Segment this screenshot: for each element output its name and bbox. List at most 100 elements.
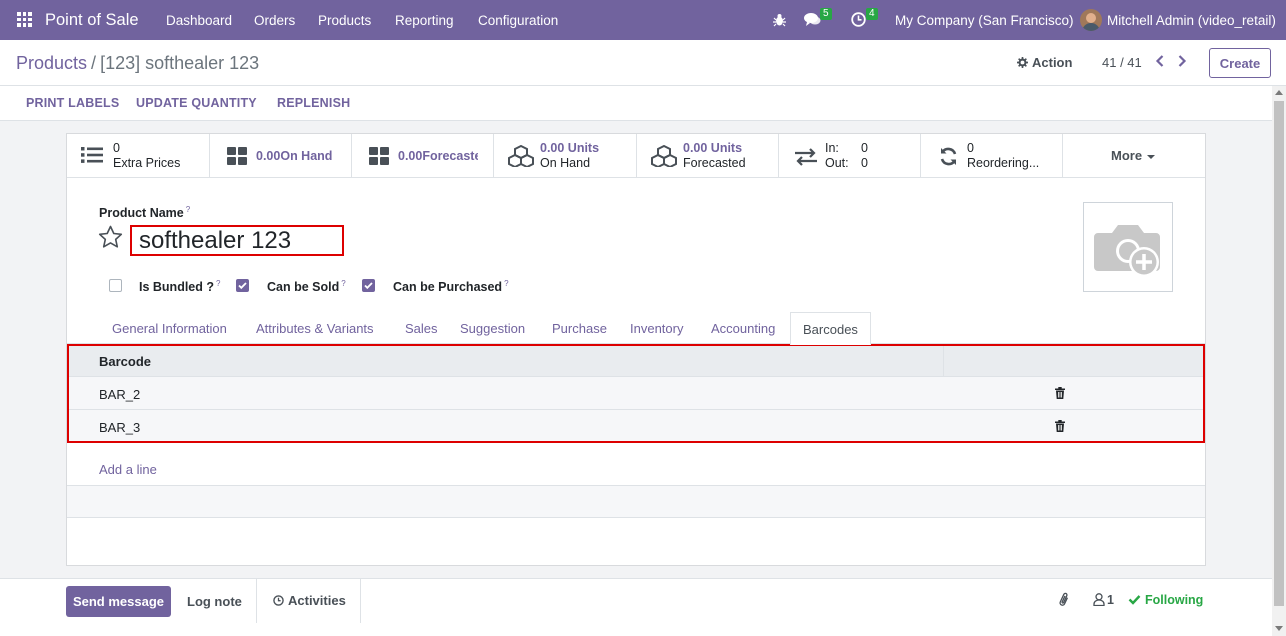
form-sheet: 0 Extra Prices 0.00On Hand 0.00Forecaste…	[66, 133, 1206, 566]
barcode-column-header[interactable]: Barcode	[99, 354, 151, 369]
table-row[interactable]: BAR_3	[67, 410, 1205, 443]
breadcrumb-separator: /	[91, 53, 97, 73]
units-forecasted-value: 0.00 Units	[683, 141, 743, 155]
replenish-button[interactable]: REPLENISH	[277, 96, 350, 110]
messages-icon[interactable]	[804, 12, 821, 27]
debug-icon[interactable]	[773, 13, 786, 27]
in-out-smart-button[interactable]: In: 0 Out: 0	[779, 134, 921, 178]
help-tooltip-icon[interactable]: ?	[186, 205, 190, 214]
extra-prices-value: 0	[113, 141, 120, 155]
column-divider	[943, 344, 944, 377]
table-row[interactable]: BAR_2	[67, 377, 1205, 410]
menu-dashboard[interactable]: Dashboard	[166, 13, 232, 28]
favorite-star-icon[interactable]	[98, 225, 123, 249]
exchange-icon	[794, 148, 818, 166]
user-follower-icon[interactable]	[1093, 593, 1105, 606]
tab-suggestion[interactable]: Suggestion	[460, 321, 525, 336]
product-image-upload[interactable]	[1083, 202, 1173, 292]
can-be-sold-checkbox[interactable]	[236, 279, 249, 292]
gear-icon	[1017, 57, 1028, 68]
app-name[interactable]: Point of Sale	[45, 11, 139, 30]
cubes-grid-icon	[369, 147, 389, 165]
barcode-cell[interactable]: BAR_3	[99, 420, 140, 435]
action-label: Action	[1032, 55, 1073, 70]
menu-configuration[interactable]: Configuration	[478, 13, 558, 28]
messages-badge: 5	[820, 8, 832, 20]
print-labels-button[interactable]: PRINT LABELS	[26, 96, 119, 110]
product-name-field[interactable]: softhealer 123	[139, 227, 291, 255]
menu-orders[interactable]: Orders	[254, 13, 295, 28]
help-tooltip-icon[interactable]: ?	[341, 279, 345, 288]
in-value: 0	[861, 141, 868, 155]
refresh-icon	[939, 147, 958, 166]
product-name-label: Product Name?	[99, 205, 191, 221]
on-hand-label: On Hand	[280, 149, 333, 163]
tab-purchase[interactable]: Purchase	[552, 321, 607, 336]
is-bundled-label: Is Bundled ??	[139, 279, 221, 295]
reordering-smart-button[interactable]: 0 Reordering...	[921, 134, 1063, 178]
help-tooltip-icon[interactable]: ?	[216, 279, 220, 288]
breadcrumb-products-link[interactable]: Products	[16, 53, 87, 73]
on-hand-smart-button[interactable]: 0.00On Hand	[210, 134, 352, 178]
clock-icon	[273, 595, 284, 606]
tab-inventory[interactable]: Inventory	[630, 321, 683, 336]
can-be-sold-label: Can be Sold?	[267, 279, 346, 295]
units-on-hand-label: On Hand	[540, 156, 591, 170]
trash-icon[interactable]	[1055, 420, 1065, 432]
tab-accounting[interactable]: Accounting	[711, 321, 775, 336]
activities-badge: 4	[866, 8, 878, 20]
action-menu-button[interactable]: Action	[1017, 55, 1072, 70]
add-a-line-link[interactable]: Add a line	[99, 462, 157, 477]
update-quantity-button[interactable]: UPDATE QUANTITY	[136, 96, 257, 110]
menu-products[interactable]: Products	[318, 13, 371, 28]
help-tooltip-icon[interactable]: ?	[504, 279, 508, 288]
followers-count[interactable]: 1	[1107, 593, 1114, 607]
activities-clock-icon[interactable]	[851, 12, 866, 27]
camera-plus-icon	[1094, 225, 1160, 277]
barcode-cell[interactable]: BAR_2	[99, 387, 140, 402]
menu-reporting[interactable]: Reporting	[395, 13, 454, 28]
tab-sales[interactable]: Sales	[405, 321, 438, 336]
activities-button[interactable]: Activities	[273, 593, 346, 608]
cubes-icon	[508, 145, 534, 167]
in-label: In:	[825, 141, 839, 155]
user-menu[interactable]: Mitchell Admin (video_retail)	[1107, 13, 1276, 28]
app-menu-icon[interactable]	[17, 12, 32, 27]
out-label: Out:	[825, 156, 849, 170]
scroll-down-arrow-icon[interactable]	[1275, 626, 1283, 631]
empty-table-row	[67, 485, 1205, 518]
pager-next-icon[interactable]	[1177, 54, 1189, 70]
extra-prices-smart-button[interactable]: 0 Extra Prices	[67, 134, 210, 178]
create-button[interactable]: Create	[1209, 48, 1271, 78]
form-statusbar: PRINT LABELS UPDATE QUANTITY REPLENISH	[0, 86, 1272, 121]
company-switcher[interactable]: My Company (San Francisco)	[895, 13, 1074, 28]
forecasted-smart-button[interactable]: 0.00Forecasted	[352, 134, 494, 178]
scrollbar-thumb[interactable]	[1274, 101, 1284, 606]
tab-general-information[interactable]: General Information	[112, 321, 227, 336]
user-avatar[interactable]	[1080, 9, 1102, 31]
trash-icon[interactable]	[1055, 387, 1065, 399]
top-navbar: Point of Sale Dashboard Orders Products …	[0, 0, 1286, 40]
can-be-purchased-label: Can be Purchased?	[393, 279, 509, 295]
pager-previous-icon[interactable]	[1155, 54, 1167, 70]
scroll-up-arrow-icon[interactable]	[1275, 90, 1283, 95]
can-be-purchased-checkbox[interactable]	[362, 279, 375, 292]
out-value: 0	[861, 156, 868, 170]
units-on-hand-value: 0.00 Units	[540, 141, 600, 155]
log-note-button[interactable]: Log note	[187, 594, 242, 609]
tab-attributes-variants[interactable]: Attributes & Variants	[256, 321, 374, 336]
units-on-hand-smart-button[interactable]: 0.00 Units On Hand	[494, 134, 637, 178]
tab-barcodes[interactable]: Barcodes	[790, 312, 871, 345]
form-notebook-tabs: General Information Attributes & Variant…	[67, 312, 1205, 344]
page-scrollbar[interactable]	[1272, 86, 1286, 636]
breadcrumb: Products / [123] softhealer 123	[16, 53, 259, 74]
is-bundled-checkbox[interactable]	[109, 279, 122, 292]
following-button[interactable]: Following	[1145, 593, 1203, 607]
units-forecasted-smart-button[interactable]: 0.00 Units Forecasted	[637, 134, 779, 178]
extra-prices-label: Extra Prices	[113, 156, 181, 170]
chatter: Send message Log note Activities 1 Follo…	[0, 578, 1272, 636]
send-message-button[interactable]: Send message	[66, 586, 171, 617]
paperclip-icon[interactable]	[1058, 592, 1071, 608]
more-smart-button[interactable]: More	[1063, 134, 1205, 178]
pager-value[interactable]: 41 / 41	[1102, 55, 1142, 70]
